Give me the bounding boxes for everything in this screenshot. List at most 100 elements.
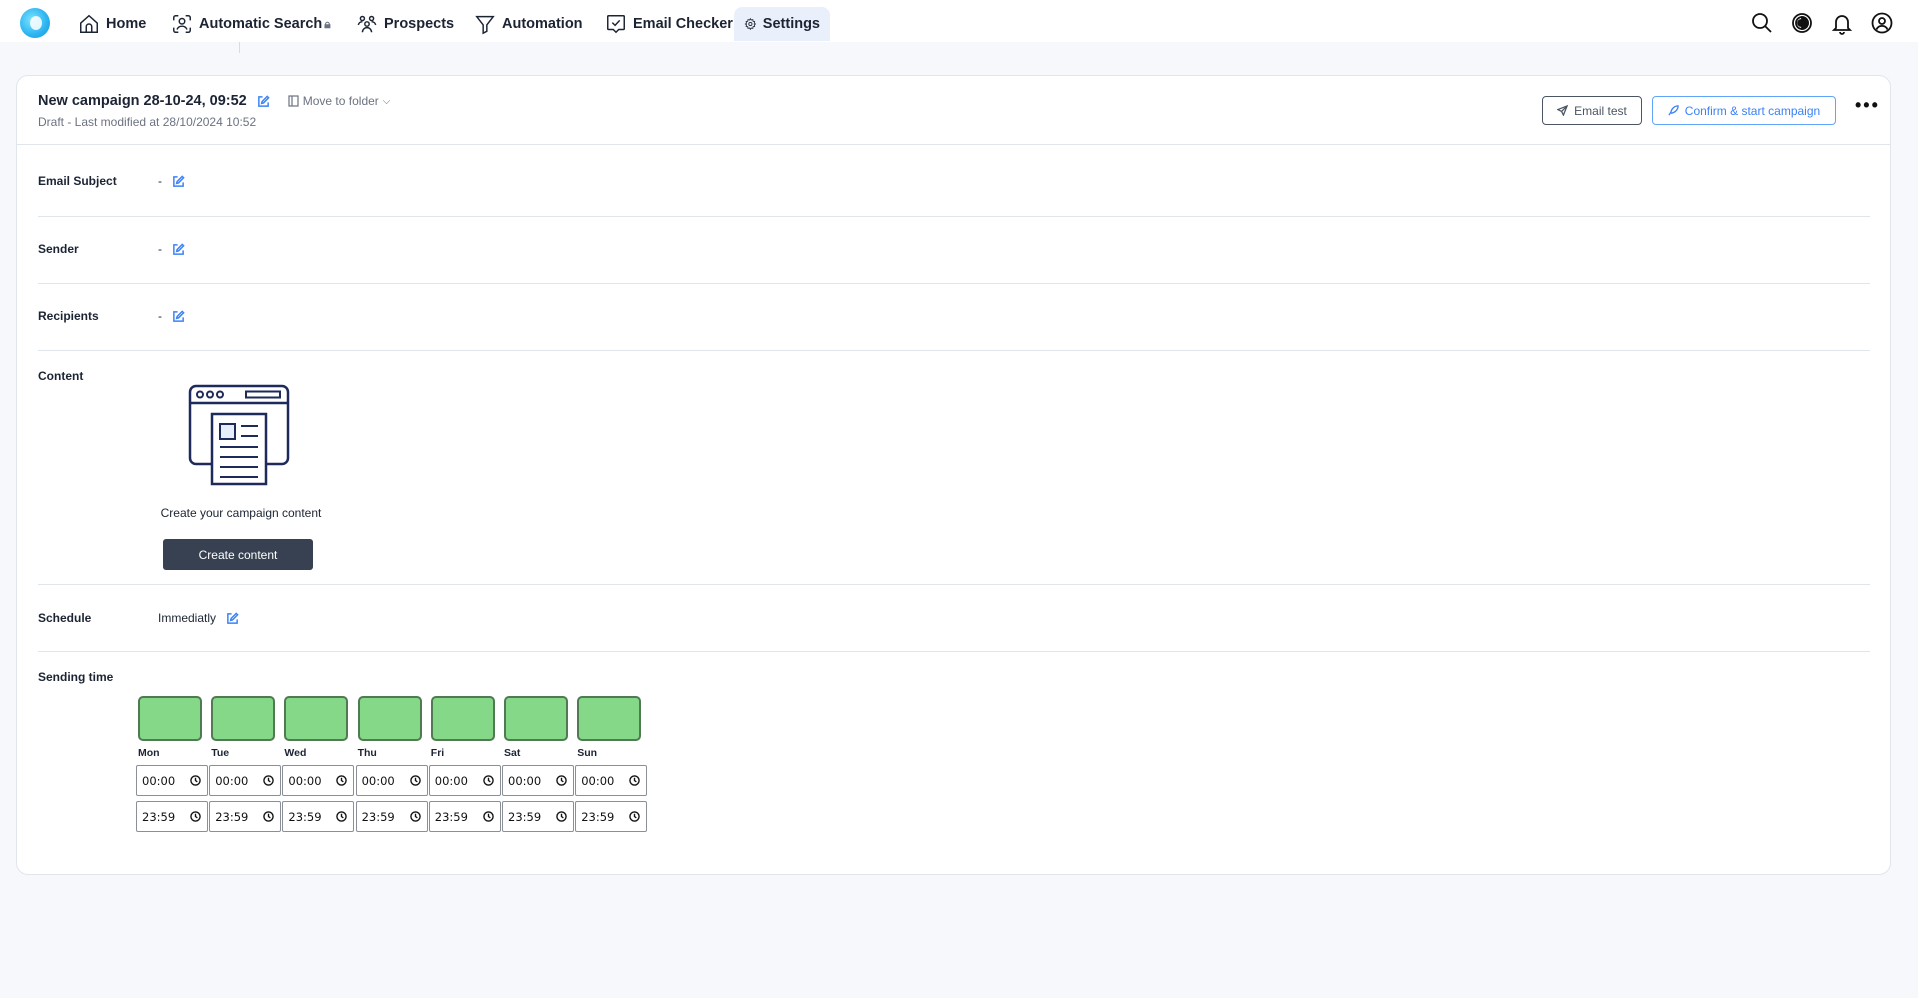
clock-icon[interactable] — [629, 775, 640, 786]
content-label: Content — [38, 369, 84, 383]
rocket-icon — [1668, 105, 1679, 116]
end-time-input[interactable]: 23:59 — [209, 801, 282, 832]
start-time-value: 00:00 — [142, 773, 176, 788]
clock-icon[interactable] — [336, 811, 348, 822]
start-time-input[interactable]: 00:00 — [282, 765, 355, 796]
divider — [38, 651, 1870, 652]
day-toggle-thu[interactable] — [357, 696, 422, 741]
nav-home-label: Home — [106, 16, 147, 32]
user-circle-icon — [1871, 12, 1893, 34]
clock-icon[interactable] — [263, 775, 274, 786]
sender-value-row: - — [158, 242, 185, 256]
app-logo[interactable] — [20, 8, 50, 38]
email-test-button[interactable]: Email test — [1542, 96, 1642, 125]
start-time-input[interactable]: 00:00 — [136, 765, 208, 796]
message-check-icon — [607, 15, 625, 34]
clock-icon[interactable] — [190, 811, 201, 822]
day-column-mon: Mon 00:00 23:59 — [136, 696, 208, 832]
nav-automatic-search-label: Automatic Search — [199, 16, 323, 32]
nav-automation[interactable]: Automation — [464, 7, 593, 41]
bell-icon — [1831, 15, 1853, 35]
notifications-button[interactable] — [1830, 11, 1854, 35]
edit-email-subject-icon[interactable] — [172, 174, 185, 188]
day-toggle-sat[interactable] — [504, 696, 568, 741]
divider — [38, 283, 1870, 284]
lock-icon: 🔒︎ — [324, 16, 331, 31]
clock-icon[interactable] — [263, 811, 274, 822]
day-toggle-sun[interactable] — [577, 696, 642, 741]
recipients-value: - — [158, 309, 162, 323]
move-to-folder-button[interactable]: Move to folder ⌵ — [288, 94, 391, 108]
recipients-label: Recipients — [38, 309, 99, 323]
start-time-input[interactable]: 00:00 — [209, 765, 282, 796]
nav-automatic-search[interactable]: Automatic Search 🔒︎ — [161, 7, 341, 41]
top-navigation-bar: Home Automatic Search 🔒︎ Prospects Autom… — [0, 0, 1918, 42]
day-toggle-mon[interactable] — [138, 696, 202, 741]
start-time-value: 00:00 — [581, 773, 615, 788]
start-time-input[interactable]: 00:00 — [575, 765, 648, 796]
chevron-down-icon: ⌵ — [382, 95, 391, 107]
move-to-folder-label: Move to folder — [302, 94, 379, 108]
end-time-input[interactable]: 23:59 — [428, 801, 501, 832]
clock-icon[interactable] — [483, 775, 494, 786]
start-time-value: 00:00 — [288, 773, 322, 788]
filter-icon — [475, 15, 495, 35]
day-toggle-tue[interactable] — [211, 696, 276, 741]
gear-icon — [744, 17, 757, 31]
clock-icon[interactable] — [483, 811, 494, 822]
day-label: Sat — [504, 747, 521, 759]
clock-icon[interactable] — [629, 811, 640, 822]
start-time-input[interactable]: 00:00 — [355, 765, 428, 796]
day-column-wed: Wed 00:00 23:59 — [282, 696, 355, 832]
clock-icon[interactable] — [409, 775, 421, 786]
nav-settings[interactable]: Settings — [734, 7, 830, 41]
campaign-card: New campaign 28-10-24, 09:52 Move to fol… — [16, 75, 1891, 875]
account-button[interactable] — [1870, 11, 1894, 35]
home-icon — [80, 14, 98, 33]
end-time-input[interactable]: 23:59 — [575, 801, 648, 832]
clock-icon[interactable] — [556, 811, 567, 822]
theme-toggle-icon — [1792, 13, 1812, 33]
nav-email-checker[interactable]: Email Checker — [595, 7, 743, 41]
campaign-title-row: New campaign 28-10-24, 09:52 Move to fol… — [38, 93, 390, 109]
end-time-value: 23:59 — [215, 809, 249, 824]
more-options-button[interactable]: ••• — [1855, 96, 1880, 114]
confirm-start-label: Confirm & start campaign — [1684, 103, 1821, 118]
day-toggle-fri[interactable] — [430, 696, 495, 741]
nav-email-checker-label: Email Checker — [633, 16, 733, 32]
start-time-input[interactable]: 00:00 — [502, 765, 574, 796]
clock-icon[interactable] — [409, 811, 421, 822]
clock-icon[interactable] — [190, 775, 201, 786]
sender-value: - — [158, 242, 162, 256]
campaign-title: New campaign 28-10-24, 09:52 — [38, 93, 247, 109]
email-template-illustration-icon — [188, 384, 290, 486]
send-icon — [1557, 105, 1569, 116]
clock-icon[interactable] — [556, 775, 567, 786]
day-column-fri: Fri 00:00 23:59 — [428, 696, 501, 832]
end-time-input[interactable]: 23:59 — [136, 801, 208, 832]
end-time-input[interactable]: 23:59 — [355, 801, 428, 832]
nav-home[interactable]: Home — [68, 7, 156, 41]
edit-sender-icon[interactable] — [172, 242, 185, 256]
start-time-input[interactable]: 00:00 — [428, 765, 501, 796]
create-content-button[interactable]: Create content — [163, 539, 313, 570]
users-icon — [357, 15, 377, 33]
clock-icon[interactable] — [336, 775, 348, 786]
confirm-start-campaign-button[interactable]: Confirm & start campaign — [1652, 96, 1836, 125]
day-toggle-wed[interactable] — [284, 696, 349, 741]
schedule-value: Immediatly — [158, 611, 217, 625]
day-column-sun: Sun 00:00 23:59 — [575, 696, 648, 832]
sender-label: Sender — [38, 242, 79, 256]
end-time-value: 23:59 — [508, 809, 542, 824]
nav-prospects[interactable]: Prospects — [346, 7, 464, 41]
edit-title-icon[interactable] — [257, 94, 270, 108]
search-button[interactable] — [1750, 11, 1774, 35]
start-time-value: 00:00 — [215, 773, 249, 788]
schedule-label: Schedule — [38, 611, 92, 625]
theme-toggle-button[interactable] — [1790, 11, 1814, 35]
end-time-input[interactable]: 23:59 — [502, 801, 574, 832]
end-time-value: 23:59 — [288, 809, 322, 824]
edit-recipients-icon[interactable] — [172, 309, 185, 323]
edit-schedule-icon[interactable] — [226, 611, 239, 625]
end-time-input[interactable]: 23:59 — [282, 801, 355, 832]
